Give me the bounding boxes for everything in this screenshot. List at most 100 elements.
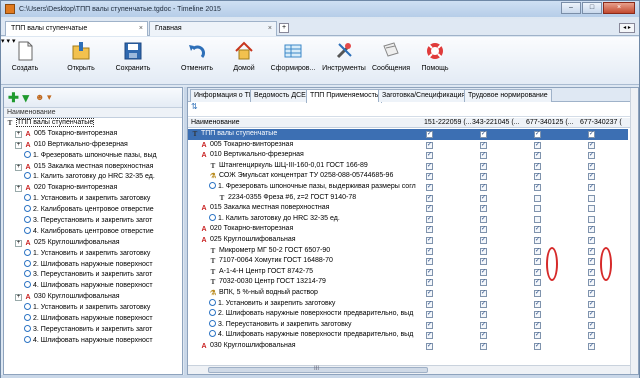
table-row[interactable]: A 020 Токарно-винторезная ✓ ✓ ✓ ✓ bbox=[188, 224, 628, 235]
applicability-checkbox[interactable]: ✓ bbox=[426, 258, 433, 266]
table-row[interactable]: 1. Калить заготовку до HRC 32-35 ед. ✓ ✓ bbox=[188, 213, 628, 225]
applicability-checkbox[interactable]: ✓ bbox=[534, 152, 541, 160]
applicability-checkbox[interactable]: ✓ bbox=[588, 268, 595, 276]
table-row[interactable]: T А-1-4-Н Центр ГОСТ 8742-75 ✓ ✓ ✓ ✓ bbox=[188, 267, 628, 278]
tree-node[interactable]: 4. Шлифовать наружные поверхност bbox=[4, 281, 182, 292]
applicability-checkbox[interactable]: ✓ bbox=[480, 279, 487, 287]
applicability-checkbox[interactable] bbox=[534, 194, 541, 202]
tree-node[interactable]: 1. Калить заготовку до HRC 32-35 ед. bbox=[4, 172, 182, 183]
tab-tpp-applicability[interactable]: ТПП Применяемость bbox=[306, 89, 383, 103]
applicability-checkbox[interactable]: ✓ bbox=[588, 258, 595, 266]
open-button[interactable]: Открыть bbox=[61, 40, 101, 82]
applicability-checkbox[interactable]: ✓ bbox=[426, 162, 433, 170]
expand-icon[interactable]: + bbox=[15, 294, 22, 302]
close-tab-icon[interactable]: × bbox=[268, 25, 272, 32]
create-button[interactable]: Создать bbox=[7, 40, 43, 82]
applicability-checkbox[interactable]: ✓ bbox=[426, 311, 433, 319]
applicability-checkbox[interactable]: ✓ bbox=[480, 258, 487, 266]
applicability-checkbox[interactable]: ✓ bbox=[534, 184, 541, 191]
applicability-checkbox[interactable] bbox=[588, 215, 595, 223]
add-icon[interactable]: ✚ ▾ bbox=[8, 90, 29, 106]
add-tab-icon[interactable]: + bbox=[279, 23, 289, 33]
applicability-checkbox[interactable]: ✓ bbox=[426, 300, 433, 308]
applicability-checkbox[interactable]: ✓ bbox=[588, 141, 595, 149]
table-row[interactable]: 2. Шлифовать наружные поверхности предва… bbox=[188, 309, 628, 320]
tree-node[interactable]: 1. Установить и закрепить заготовку bbox=[4, 303, 182, 314]
tree-node[interactable]: 1. Фрезеровать шпоночные пазы, выд bbox=[4, 150, 182, 162]
applicability-checkbox[interactable] bbox=[588, 205, 595, 213]
table-row[interactable]: ⚗ СОЖ Эмульсат концентрат ТУ 0258-088-057… bbox=[188, 171, 628, 182]
applicability-checkbox[interactable] bbox=[534, 215, 541, 223]
applicability-checkbox[interactable]: ✓ bbox=[426, 141, 433, 149]
applicability-checkbox[interactable]: ✓ bbox=[426, 237, 433, 244]
table-row[interactable]: 1. Установить и закрепить заготовку ✓ ✓ ✓ ✓ bbox=[188, 298, 628, 310]
tree-node[interactable]: + A 005 Токарно-винторезная bbox=[4, 129, 182, 140]
tree-node[interactable]: + A 020 Токарно-винторезная bbox=[4, 183, 182, 194]
applicability-checkbox[interactable]: ✓ bbox=[426, 321, 433, 329]
table-row[interactable]: T 7107-0064 Хомутик ГОСТ 16488-70 ✓ ✓ ✓ ✓ bbox=[188, 256, 628, 267]
applicability-checkbox[interactable]: ✓ bbox=[480, 311, 487, 319]
applicability-checkbox[interactable]: ✓ bbox=[426, 152, 433, 160]
applicability-checkbox[interactable]: ✓ bbox=[588, 311, 595, 319]
applicability-checkbox[interactable]: ✓ bbox=[480, 205, 487, 213]
applicability-checkbox[interactable]: ✓ bbox=[588, 131, 595, 138]
applicability-checkbox[interactable]: ✓ bbox=[426, 226, 433, 234]
applicability-checkbox[interactable]: ✓ bbox=[426, 268, 433, 276]
tree-node[interactable]: 2. Калибровать центровое отверстие bbox=[4, 205, 182, 216]
tree-node[interactable]: 1. Установить и закрепить заготовку bbox=[4, 248, 182, 260]
table-row[interactable]: 3. Переустановить и закрепить заготовку ✓… bbox=[188, 319, 628, 331]
table-row[interactable]: A 005 Токарно-винторезная ✓ ✓ ✓ ✓ bbox=[188, 140, 628, 151]
table-row[interactable]: T 2234-0355 Фреза #6, z=2 ГОСТ 9140-78 ✓ ✓ bbox=[188, 193, 628, 204]
applicability-checkbox[interactable]: ✓ bbox=[588, 173, 595, 181]
applicability-checkbox[interactable]: ✓ bbox=[426, 279, 433, 287]
tree-node[interactable]: 3. Переустановить и закрепить загот bbox=[4, 216, 182, 227]
applicability-checkbox[interactable]: ✓ bbox=[534, 300, 541, 308]
applicability-checkbox[interactable]: ✓ bbox=[480, 131, 487, 138]
tree-node[interactable]: + A 010 Вертикально-фрезерная bbox=[4, 140, 182, 151]
tree-node[interactable]: + A 015 Закалка местная поверхностная bbox=[4, 162, 182, 173]
applicability-checkbox[interactable]: ✓ bbox=[534, 237, 541, 244]
table-row[interactable]: 1. Фрезеровать шпоночные пазы, выдержива… bbox=[188, 182, 628, 193]
maximize-button[interactable]: □ bbox=[582, 2, 602, 14]
table-row[interactable]: A 015 Закалка местная поверхностная ✓ ✓ bbox=[188, 203, 628, 214]
applicability-checkbox[interactable]: ✓ bbox=[534, 321, 541, 329]
applicability-checkbox[interactable]: ✓ bbox=[534, 311, 541, 319]
applicability-checkbox[interactable]: ✓ bbox=[480, 152, 487, 160]
table-row[interactable]: T 7032-0030 Центр ГОСТ 13214-79 ✓ ✓ ✓ ✓ bbox=[188, 277, 628, 288]
applicability-checkbox[interactable]: ✓ bbox=[426, 290, 433, 297]
tree-node[interactable]: 2. Шлифовать наружные поверхност bbox=[4, 314, 182, 325]
applicability-checkbox[interactable]: ✓ bbox=[534, 131, 541, 138]
applicability-checkbox[interactable] bbox=[588, 194, 595, 202]
applicability-checkbox[interactable]: ✓ bbox=[426, 194, 433, 202]
expand-icon[interactable]: + bbox=[15, 130, 22, 138]
column-settings-icon[interactable]: ⇅ bbox=[191, 102, 198, 111]
applicability-checkbox[interactable]: ✓ bbox=[534, 279, 541, 287]
close-tab-icon[interactable]: × bbox=[139, 25, 143, 32]
vertical-scrollbar[interactable] bbox=[630, 88, 638, 374]
applicability-checkbox[interactable]: ✓ bbox=[480, 321, 487, 329]
applicability-checkbox[interactable]: ✓ bbox=[426, 131, 433, 138]
applicability-checkbox[interactable]: ✓ bbox=[534, 173, 541, 181]
applicability-checkbox[interactable]: ✓ bbox=[480, 300, 487, 308]
applicability-checkbox[interactable]: ✓ bbox=[426, 247, 433, 255]
applicability-checkbox[interactable]: ✓ bbox=[534, 332, 541, 340]
applicability-checkbox[interactable]: ✓ bbox=[480, 290, 487, 297]
applicability-checkbox[interactable]: ✓ bbox=[426, 215, 433, 223]
applicability-checkbox[interactable]: ✓ bbox=[588, 332, 595, 340]
table-row[interactable]: ⚗ ВПК, 5 %-ный водный раствор ✓ ✓ ✓ ✓ bbox=[188, 288, 628, 299]
col-3[interactable]: 677-340125 (... bbox=[526, 119, 573, 126]
applicability-checkbox[interactable]: ✓ bbox=[588, 226, 595, 234]
save-button[interactable]: Сохранить bbox=[111, 40, 155, 82]
horizontal-scrollbar[interactable]: III bbox=[188, 365, 630, 374]
table-row[interactable]: A 030 Круглошлифовальная ✓ ✓ ✓ ✓ bbox=[188, 341, 628, 352]
table-row[interactable]: A 025 Круглошлифовальная ✓ ✓ ✓ ✓ bbox=[188, 235, 628, 246]
applicability-checkbox[interactable]: ✓ bbox=[534, 247, 541, 255]
applicability-checkbox[interactable]: ✓ bbox=[534, 290, 541, 297]
help-button[interactable]: Помощь bbox=[419, 40, 451, 82]
doc-tab-home[interactable]: Главная × bbox=[149, 21, 277, 36]
applicability-checkbox[interactable]: ✓ bbox=[480, 215, 487, 223]
doc-tab-tpp[interactable]: ТПП валы ступенчатые × bbox=[5, 21, 148, 36]
col-name[interactable]: Наименование bbox=[191, 119, 240, 126]
tree-node[interactable]: T ТПП валы ступенчатые bbox=[4, 118, 182, 129]
table-row[interactable]: T Штангенциркуль ШЦ-III-160-0,01 ГОСТ 166… bbox=[188, 161, 628, 172]
